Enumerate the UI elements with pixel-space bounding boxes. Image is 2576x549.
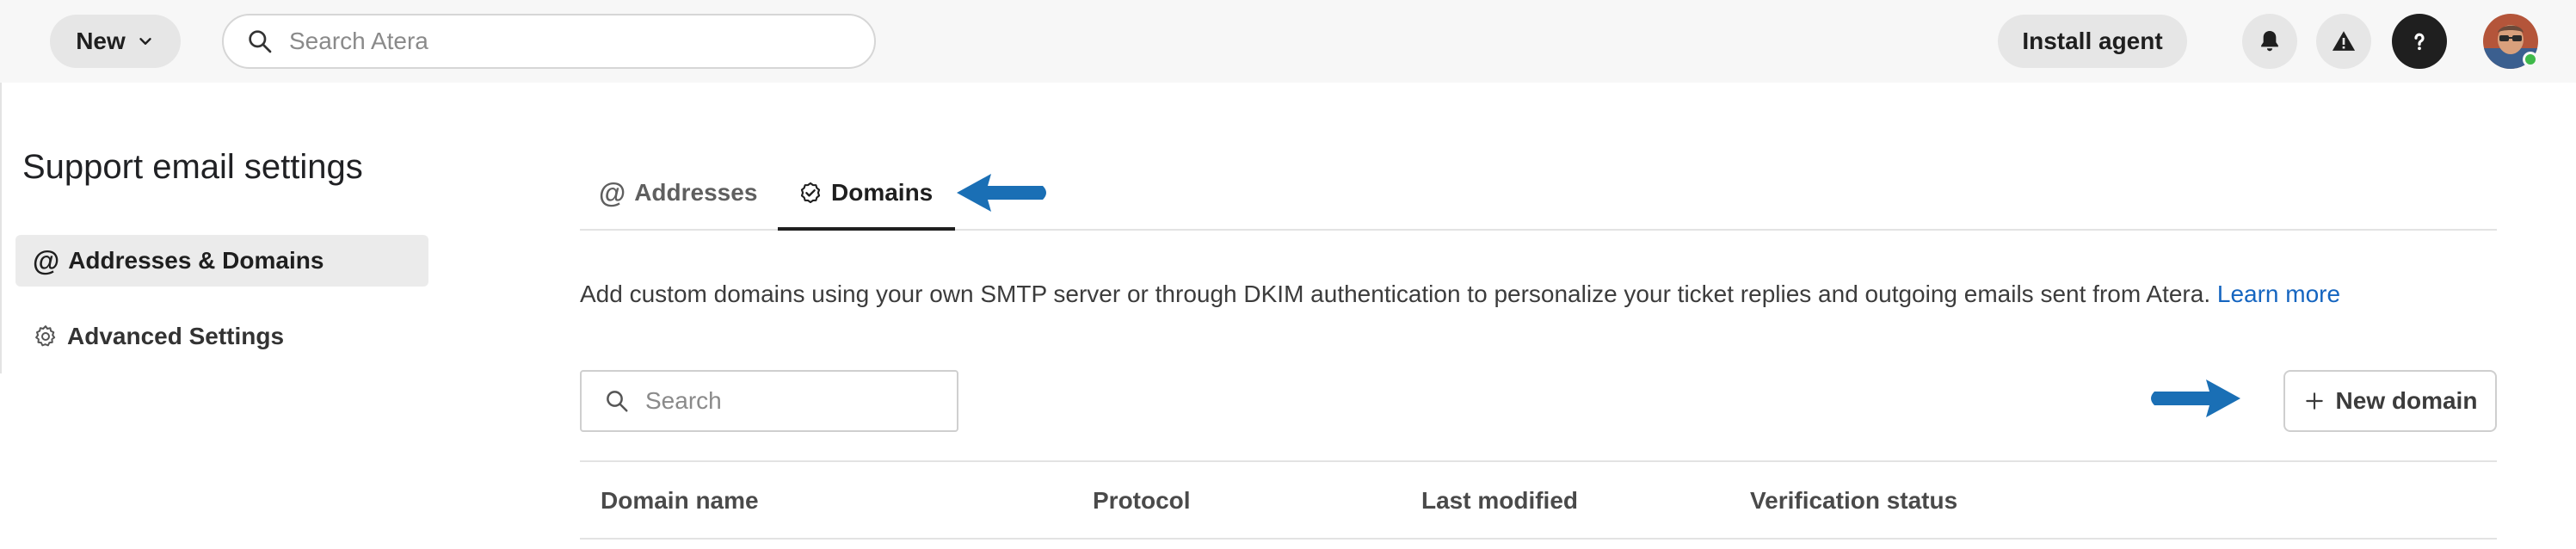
install-agent-label: Install agent (2022, 28, 2163, 54)
gear-icon (35, 325, 56, 347)
alerts-button[interactable] (2316, 14, 2371, 69)
warning-icon (2332, 31, 2356, 51)
domains-table-header: Domain name Protocol Last modified Verif… (580, 460, 2497, 540)
at-icon: @ (599, 176, 626, 208)
sidebar-item-advanced-settings[interactable]: Advanced Settings (15, 311, 428, 362)
new-button[interactable]: New (50, 15, 181, 68)
annotation-arrow-right (2151, 379, 2240, 417)
page-title: Support email settings (22, 148, 363, 186)
column-header-domain-name[interactable]: Domain name (601, 462, 759, 540)
global-search-input[interactable] (289, 28, 840, 55)
learn-more-link[interactable]: Learn more (2217, 281, 2340, 307)
tab-domains[interactable]: Domains (778, 155, 933, 231)
domain-search-input[interactable] (645, 387, 938, 415)
new-domain-button[interactable]: New domain (2283, 370, 2497, 432)
new-button-label: New (76, 28, 126, 54)
install-agent-button[interactable]: Install agent (1998, 15, 2187, 68)
plus-icon (2305, 392, 2323, 410)
settings-tabs: @ Addresses Domains (580, 155, 2497, 231)
search-icon (249, 30, 272, 53)
search-icon (607, 391, 628, 412)
help-button[interactable] (2392, 14, 2447, 69)
column-header-verification-status[interactable]: Verification status (1750, 462, 1957, 540)
at-icon: @ (33, 244, 60, 276)
tab-addresses[interactable]: @ Addresses (599, 155, 757, 231)
question-mark-icon (2414, 33, 2425, 51)
sidebar-item-label: Addresses & Domains (68, 247, 324, 274)
domain-search[interactable] (580, 370, 958, 432)
tab-label: Domains (831, 179, 934, 206)
new-domain-label: New domain (2335, 387, 2478, 414)
global-search[interactable] (222, 14, 876, 69)
description-body: Add custom domains using your own SMTP s… (580, 281, 2211, 307)
annotation-arrow-left (957, 174, 1046, 212)
left-panel-border (0, 83, 2, 373)
verified-badge-icon (800, 182, 821, 204)
sidebar-item-addresses-domains[interactable]: @ Addresses & Domains (15, 235, 428, 287)
online-status-indicator (2523, 52, 2538, 67)
chevron-down-icon (139, 38, 151, 45)
sidebar-item-label: Advanced Settings (67, 323, 285, 349)
column-header-protocol[interactable]: Protocol (1093, 462, 1191, 540)
bell-icon (2261, 31, 2278, 52)
top-bar: New Install agent (0, 0, 2576, 83)
notifications-button[interactable] (2242, 14, 2297, 69)
description-text: Add custom domains using your own SMTP s… (580, 281, 2340, 308)
tab-label: Addresses (634, 179, 758, 206)
column-header-last-modified[interactable]: Last modified (1421, 462, 1578, 540)
active-tab-indicator (778, 227, 955, 231)
